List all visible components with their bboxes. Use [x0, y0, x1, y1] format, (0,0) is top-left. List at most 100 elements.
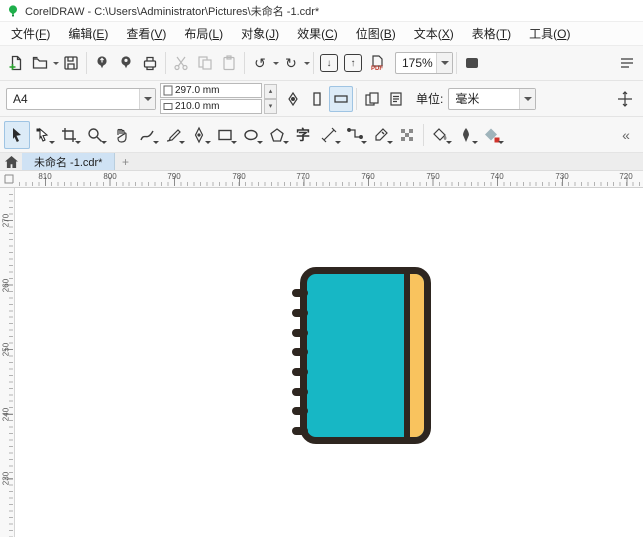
connector-tool-button[interactable] [342, 121, 368, 149]
crop-tool-button[interactable] [56, 121, 82, 149]
document-tab-active[interactable]: 未命名 -1.cdr* [22, 153, 115, 170]
page-width-field[interactable]: 297.0 mm [160, 83, 262, 98]
outline-pen-tool-button[interactable] [453, 121, 479, 149]
ruler-major-ticks [4, 220, 13, 537]
cut-button[interactable] [169, 50, 193, 76]
menu-bar: 文件(F) 编辑(E) 查看(V) 布局(L) 对象(J) 效果(C) 位图(B… [0, 22, 643, 46]
cut-icon [172, 54, 190, 72]
all-pages-button[interactable] [360, 86, 384, 112]
zoom-level-select[interactable]: 175% [395, 52, 453, 74]
menu-item-file[interactable]: 文件(F) [2, 22, 59, 45]
spin-down-button[interactable]: ▾ [264, 99, 277, 114]
notebook-ring [292, 289, 308, 297]
document-tab-bar: 未命名 -1.cdr* + [0, 153, 643, 171]
horizontal-ruler[interactable]: 810 800 790 780 770 760 750 740 730 720 [0, 171, 643, 188]
spin-up-button[interactable]: ▴ [264, 84, 277, 99]
home-tab-button[interactable] [0, 153, 22, 170]
ruler-label: 770 [296, 172, 309, 181]
fullscreen-preview-button[interactable] [460, 50, 484, 76]
artistic-media-tool-button[interactable] [160, 121, 186, 149]
freehand-curve-icon [138, 126, 156, 144]
notebook-drawing-object[interactable] [300, 267, 431, 444]
units-caret-button[interactable] [519, 89, 535, 109]
rectangle-tool-button[interactable] [212, 121, 238, 149]
menu-item-edit[interactable]: 编辑(E) [59, 22, 117, 45]
publish-pdf-button[interactable]: PDF [365, 50, 389, 76]
redo-button[interactable]: ↻ [279, 50, 303, 76]
outline-pen-icon [457, 126, 475, 144]
menu-item-effects[interactable]: 效果(C) [288, 22, 347, 45]
landscape-button[interactable] [329, 86, 353, 112]
undo-button[interactable]: ↺ [248, 50, 272, 76]
ellipse-tool-button[interactable] [238, 121, 264, 149]
menu-item-view[interactable]: 查看(V) [117, 22, 175, 45]
zoom-tool-button[interactable] [82, 121, 108, 149]
nudge-distance-button[interactable] [613, 86, 637, 112]
units-select[interactable]: 毫米 [448, 88, 536, 110]
menu-item-text[interactable]: 文本(X) [405, 22, 463, 45]
menu-item-object[interactable]: 对象(J) [232, 22, 288, 45]
redo-dropdown-caret-icon[interactable] [304, 62, 310, 68]
collaborate-button[interactable] [114, 50, 138, 76]
toolbox-overflow-button[interactable]: « [613, 121, 639, 149]
shape-tool-button[interactable] [30, 121, 56, 149]
units-value: 毫米 [449, 90, 519, 107]
ruler-label: 230 [2, 471, 11, 487]
ruler-origin-button[interactable] [0, 171, 18, 187]
dimension-tool-button[interactable] [316, 121, 342, 149]
save-button[interactable] [59, 50, 83, 76]
chevron-down-icon [524, 97, 532, 105]
copy-button[interactable] [193, 50, 217, 76]
portrait-button[interactable] [305, 86, 329, 112]
toolbar-options-button[interactable] [615, 50, 639, 76]
document-tab-label: 未命名 -1.cdr* [34, 154, 102, 170]
pick-tool-button[interactable] [4, 121, 30, 149]
text-tool-button[interactable]: 字 [290, 121, 316, 149]
drawing-canvas[interactable]: 270 260 250 240 230 [0, 188, 643, 537]
fill-color-tool-button[interactable] [479, 121, 505, 149]
new-document-icon [7, 54, 25, 72]
page-size-select[interactable]: A4 [6, 88, 156, 110]
page-height-field[interactable]: 210.0 mm [160, 99, 262, 114]
zoom-level-value: 175% [396, 56, 436, 70]
new-tab-button[interactable]: + [115, 153, 135, 170]
redo-icon: ↻ [285, 56, 297, 70]
transparency-tool-button[interactable] [394, 121, 420, 149]
new-document-button[interactable] [4, 50, 28, 76]
cloud-share-button[interactable] [90, 50, 114, 76]
open-document-button[interactable] [28, 50, 52, 76]
dimension-line-icon [320, 126, 338, 144]
pan-tool-button[interactable] [108, 121, 134, 149]
collaborate-icon [117, 54, 135, 72]
menu-item-table[interactable]: 表格(T) [463, 22, 520, 45]
options-lines-icon [618, 54, 636, 72]
toolbar-separator [456, 52, 457, 74]
all-pages-icon [363, 90, 381, 108]
menu-item-tools[interactable]: 工具(O) [520, 22, 579, 45]
paste-button[interactable] [217, 50, 241, 76]
eyedropper-tool-button[interactable] [368, 121, 394, 149]
notebook-ring [292, 427, 308, 435]
cloud-upload-icon [93, 54, 111, 72]
interactive-fill-tool-button[interactable] [427, 121, 453, 149]
notebook-ring [292, 348, 308, 356]
auto-fit-page-button[interactable] [281, 86, 305, 112]
freehand-tool-button[interactable] [134, 121, 160, 149]
zoom-caret-button[interactable] [436, 53, 452, 73]
print-button[interactable] [138, 50, 162, 76]
polygon-tool-button[interactable] [264, 121, 290, 149]
ruler-label: 800 [103, 172, 116, 181]
ruler-label: 790 [167, 172, 180, 181]
pen-tool-button[interactable] [186, 121, 212, 149]
vertical-ruler[interactable]: 270 260 250 240 230 [0, 188, 15, 537]
ruler-label: 810 [38, 172, 51, 181]
nudge-arrows-icon [616, 90, 634, 108]
menu-item-layout[interactable]: 布局(L) [175, 22, 232, 45]
export-button[interactable]: ↑ [341, 50, 365, 76]
import-button[interactable]: ↓ [317, 50, 341, 76]
property-bar: A4 297.0 mm 210.0 mm ▴ ▾ [0, 81, 643, 117]
menu-item-bitmaps[interactable]: 位图(B) [347, 22, 405, 45]
page-size-caret-button[interactable] [139, 89, 155, 109]
magnifier-icon [86, 126, 104, 144]
current-page-button[interactable] [384, 86, 408, 112]
